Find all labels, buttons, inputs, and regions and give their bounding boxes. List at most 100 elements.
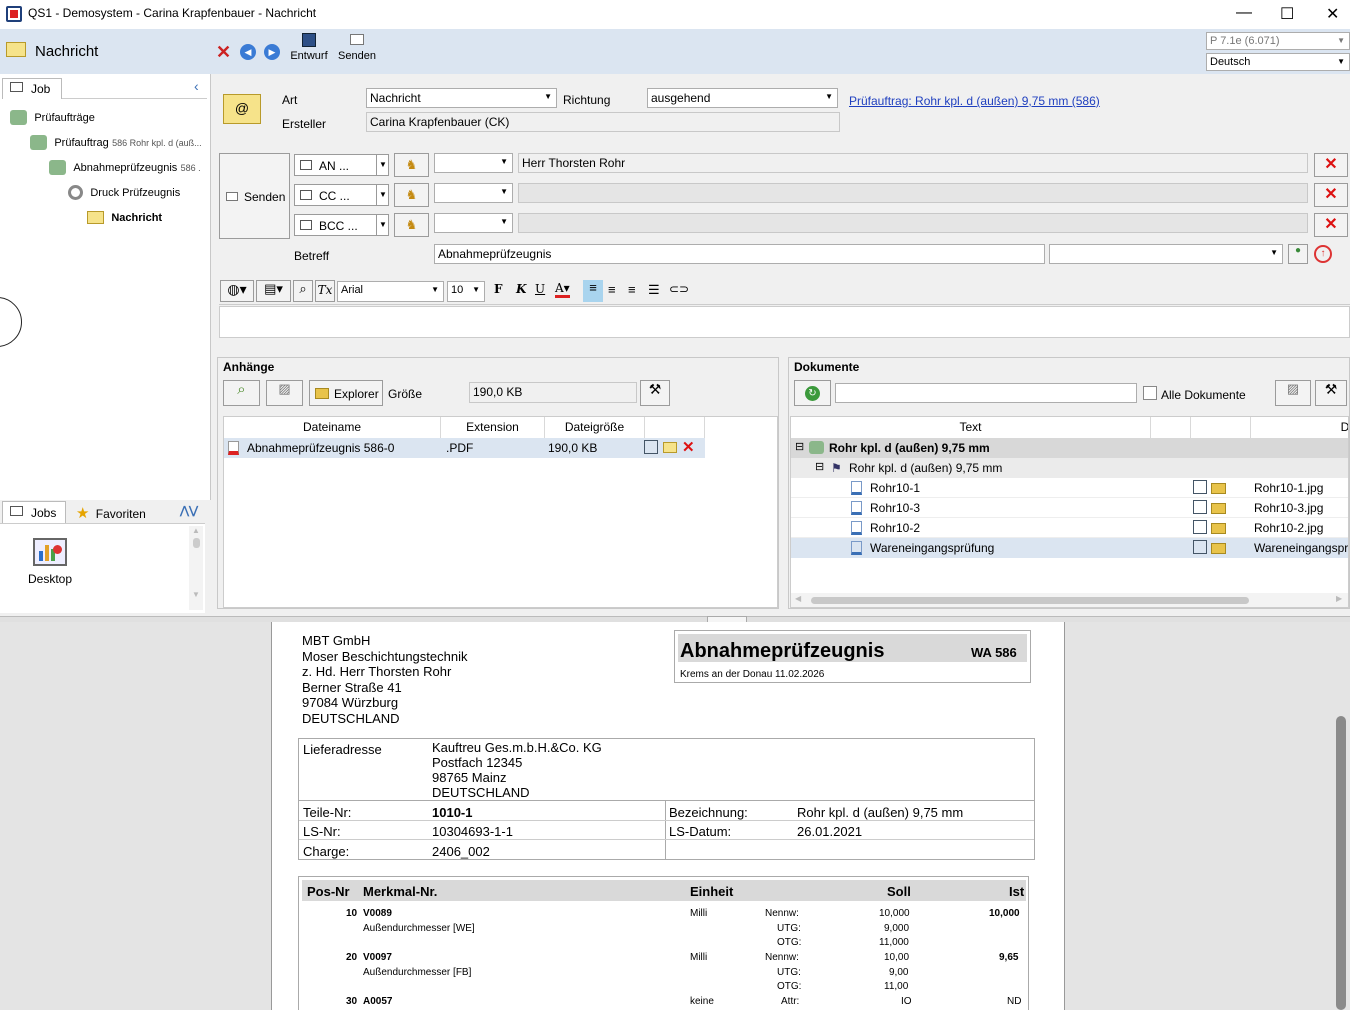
send-button[interactable]: Senden bbox=[334, 33, 380, 62]
folder-icon[interactable] bbox=[1211, 523, 1226, 534]
tab-job[interactable]: Job bbox=[2, 78, 62, 99]
explorer-button[interactable]: Explorer bbox=[309, 380, 383, 406]
recipient-an-field[interactable]: Herr Thorsten Rohr bbox=[518, 153, 1308, 173]
document-row[interactable]: Rohr10-3 Rohr10-3.jpg bbox=[791, 498, 1348, 518]
preview-icon[interactable] bbox=[644, 440, 658, 454]
table-row[interactable]: Abnahmeprüfzeugnis 586-0 .PDF 190,0 KB ✕ bbox=[224, 438, 705, 458]
font-color-icon[interactable]: A▾ bbox=[555, 281, 570, 298]
tree-node-pruefauftraege[interactable]: Prüfaufträge bbox=[10, 110, 95, 126]
preview-icon[interactable] bbox=[1193, 500, 1207, 514]
document-row[interactable]: Wareneingangsprüfung Wareneingangspr bbox=[791, 538, 1348, 558]
maximize-icon[interactable]: ☐ bbox=[1280, 4, 1294, 24]
col-header-text[interactable]: Text bbox=[791, 417, 1151, 438]
cancel-icon[interactable]: ✕ bbox=[216, 42, 231, 63]
tab-favoriten[interactable]: ★ Favoriten bbox=[76, 504, 146, 522]
vertical-scrollbar[interactable] bbox=[1336, 716, 1346, 1010]
address-lookup-button[interactable]: ♞ bbox=[394, 213, 429, 237]
link-icon[interactable]: ⊂⊃ bbox=[669, 282, 689, 296]
document-row[interactable]: Rohr10-1 Rohr10-1.jpg bbox=[791, 478, 1348, 498]
email-at-icon: @ bbox=[223, 94, 261, 124]
template-select[interactable] bbox=[1049, 244, 1283, 264]
upload-icon[interactable]: ↑ bbox=[1314, 245, 1332, 263]
template-apply-icon[interactable]: ● bbox=[1288, 244, 1308, 264]
tree-row-item[interactable]: ⊟ ⚑ Rohr kpl. d (außen) 9,75 mm bbox=[791, 458, 1348, 478]
folder-icon[interactable] bbox=[1211, 483, 1226, 494]
forward-icon[interactable]: ▶ bbox=[264, 44, 280, 60]
recipient-cc-field[interactable] bbox=[518, 183, 1308, 203]
folder-icon[interactable] bbox=[1211, 503, 1226, 514]
remove-recipient-button[interactable]: ✕ bbox=[1314, 183, 1348, 207]
preview-icon[interactable] bbox=[1193, 540, 1207, 554]
delete-icon[interactable]: ✕ bbox=[682, 438, 695, 456]
back-icon[interactable]: ◀ bbox=[240, 44, 256, 60]
message-icon[interactable] bbox=[663, 442, 677, 453]
documents-search-input[interactable] bbox=[835, 383, 1137, 403]
scrollbar[interactable]: ▲ ▼ bbox=[189, 526, 203, 610]
tree-node-pruefauftrag[interactable]: Prüfauftrag 586 Rohr kpl. d (auß... bbox=[30, 135, 202, 151]
send-message-button[interactable]: Senden bbox=[219, 153, 290, 239]
left-panel: Job ‹ Prüfaufträge Prüfauftrag 586 Rohr … bbox=[0, 74, 211, 616]
list-icon[interactable]: ☰ bbox=[648, 282, 660, 298]
recipient-type-an[interactable]: AN ... ▼ bbox=[294, 154, 389, 176]
tools-icon[interactable]: ⚒ bbox=[640, 380, 670, 406]
tree-row-group[interactable]: ⊟ Rohr kpl. d (außen) 9,75 mm bbox=[791, 438, 1348, 458]
close-window-icon[interactable]: ✕ bbox=[1326, 4, 1339, 24]
all-documents-checkbox[interactable] bbox=[1143, 386, 1157, 400]
expand-collapse-icon[interactable]: ⋀⋁ bbox=[180, 504, 198, 517]
preview-icon[interactable] bbox=[1193, 520, 1207, 534]
font-size-select[interactable]: 10 bbox=[447, 281, 485, 302]
refresh-button[interactable]: ↻ bbox=[794, 380, 831, 406]
col-header-dateiname[interactable]: Dateiname bbox=[224, 417, 441, 438]
desktop-shortcut[interactable]: Desktop bbox=[25, 538, 75, 586]
underline-icon[interactable]: U bbox=[535, 282, 545, 296]
col-header-date[interactable]: Date bbox=[1251, 417, 1348, 438]
tree-node-abnahmepruefzeugnis[interactable]: Abnahmeprüfzeugnis 586 . bbox=[49, 160, 201, 176]
align-left-icon[interactable]: ≡ bbox=[583, 280, 603, 302]
bold-icon[interactable]: F bbox=[494, 282, 503, 296]
col-header-extension[interactable]: Extension bbox=[441, 417, 545, 438]
image-file-icon bbox=[851, 521, 862, 535]
recipient-mode-select[interactable] bbox=[434, 183, 513, 203]
folder-icon[interactable] bbox=[1211, 543, 1226, 554]
window-title: QS1 - Demosystem - Carina Krapfenbauer -… bbox=[28, 6, 317, 20]
tree-node-nachricht[interactable]: Nachricht bbox=[87, 210, 162, 225]
globe-icon[interactable]: ◍▾ bbox=[220, 280, 254, 302]
recipient-mode-select[interactable] bbox=[434, 153, 513, 173]
recipient-type-cc[interactable]: CC ... ▼ bbox=[294, 184, 389, 206]
draft-button[interactable]: Entwurf bbox=[286, 33, 332, 62]
font-select[interactable]: Arial bbox=[337, 281, 444, 302]
message-body-editor[interactable] bbox=[219, 306, 1350, 338]
preview-icon[interactable] bbox=[1193, 480, 1207, 494]
collapse-icon[interactable]: ‹ bbox=[194, 78, 199, 94]
col-header-dateigroesse[interactable]: Dateigröße bbox=[545, 417, 645, 438]
format-block-icon[interactable]: ▤▾ bbox=[256, 280, 291, 302]
align-center-icon[interactable]: ≡ bbox=[608, 282, 616, 297]
document-row[interactable]: Rohr10-2 Rohr10-2.jpg bbox=[791, 518, 1348, 538]
align-right-icon[interactable]: ≡ bbox=[628, 282, 636, 297]
recipient-mode-select[interactable] bbox=[434, 213, 513, 233]
search-attachment-button[interactable]: ⌕ bbox=[223, 380, 260, 406]
tree-node-druck-pruefzeugnis[interactable]: Druck Prüfzeugnis bbox=[68, 185, 180, 201]
art-select[interactable]: Nachricht bbox=[366, 88, 557, 108]
remove-recipient-button[interactable]: ✕ bbox=[1314, 153, 1348, 177]
find-icon[interactable]: ⌕ bbox=[293, 280, 313, 302]
horizontal-scrollbar[interactable]: ◀ ▶ bbox=[791, 593, 1348, 607]
language-select[interactable]: Deutsch bbox=[1206, 53, 1350, 71]
clear-format-icon[interactable]: Tx bbox=[315, 280, 335, 302]
tab-jobs[interactable]: Jobs bbox=[2, 501, 66, 523]
italic-icon[interactable]: K bbox=[516, 282, 526, 296]
minimize-icon[interactable]: — bbox=[1236, 4, 1252, 22]
recipient-type-bcc[interactable]: BCC ... ▼ bbox=[294, 214, 389, 236]
monitor-icon bbox=[10, 506, 23, 516]
richtung-select[interactable]: ausgehend bbox=[647, 88, 838, 108]
address-lookup-button[interactable]: ♞ bbox=[394, 153, 429, 177]
image-attachment-button[interactable]: ▨ bbox=[266, 380, 303, 406]
remove-recipient-button[interactable]: ✕ bbox=[1314, 213, 1348, 237]
betreff-input[interactable]: Abnahmeprüfzeugnis bbox=[434, 244, 1045, 264]
address-lookup-button[interactable]: ♞ bbox=[394, 183, 429, 207]
version-select[interactable]: P 7.1e (6.071) bbox=[1206, 32, 1350, 50]
image-view-button[interactable]: ▨ bbox=[1275, 380, 1311, 406]
pruefauftrag-link[interactable]: Prüfauftrag: Rohr kpl. d (außen) 9,75 mm… bbox=[849, 94, 1100, 108]
tools-icon[interactable]: ⚒ bbox=[1315, 380, 1347, 406]
recipient-bcc-field[interactable] bbox=[518, 213, 1308, 233]
